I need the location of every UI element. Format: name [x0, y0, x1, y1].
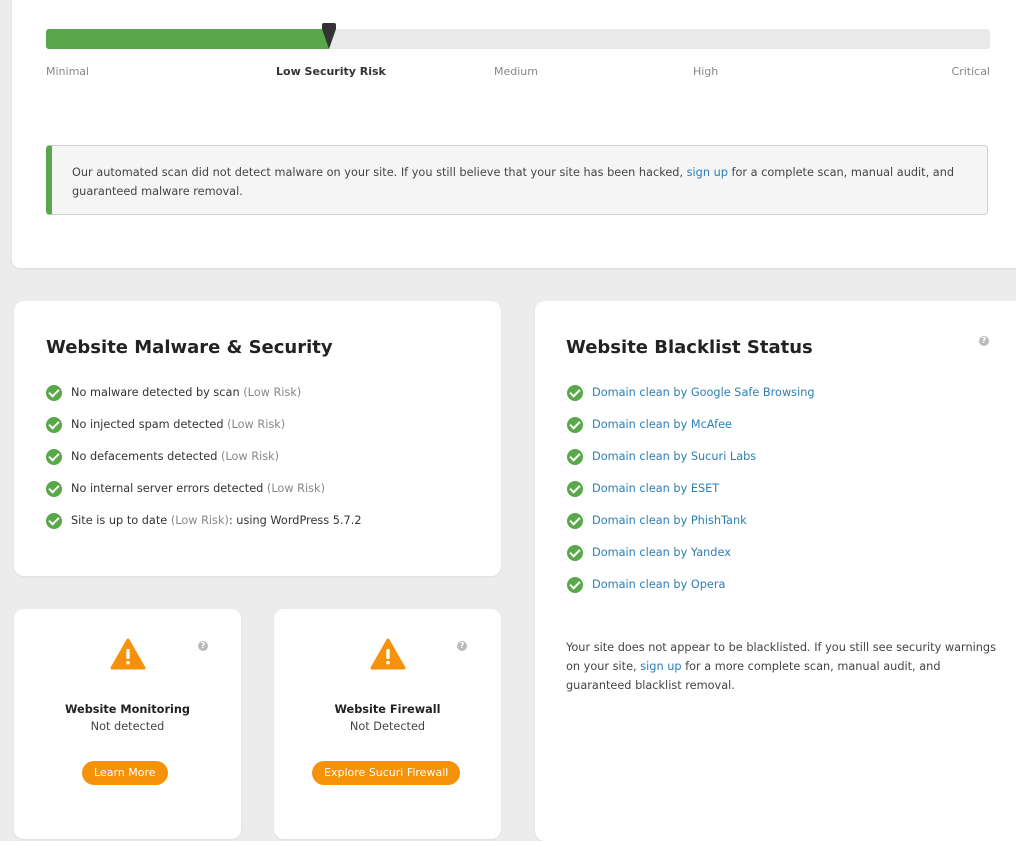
- malware-card-title: Website Malware & Security: [46, 337, 333, 358]
- check-item: No malware detected by scan (Low Risk): [46, 385, 362, 417]
- blacklist-item[interactable]: Domain clean by Sucuri Labs: [567, 449, 815, 481]
- check-circle-icon: [567, 481, 583, 497]
- check-item: No internal server errors detected (Low …: [46, 481, 362, 513]
- risk-label-critical: Critical: [951, 65, 990, 78]
- question-circle-icon[interactable]: ?: [198, 641, 208, 651]
- check-circle-icon: [46, 513, 62, 529]
- blacklist-link[interactable]: Domain clean by ESET: [592, 481, 719, 497]
- blacklist-link[interactable]: Domain clean by McAfee: [592, 417, 732, 433]
- blacklist-item[interactable]: Domain clean by McAfee: [567, 417, 815, 449]
- risk-label-minimal: Minimal: [46, 65, 90, 78]
- malware-check-list: No malware detected by scan (Low Risk) N…: [46, 385, 362, 545]
- blacklist-link[interactable]: Domain clean by PhishTank: [592, 513, 747, 529]
- explore-firewall-button[interactable]: Explore Sucuri Firewall: [312, 761, 461, 785]
- check-circle-icon: [567, 545, 583, 561]
- notice-signup-link[interactable]: sign up: [687, 166, 728, 179]
- risk-label-medium: Medium: [494, 65, 538, 78]
- blacklist-link[interactable]: Domain clean by Google Safe Browsing: [592, 385, 815, 401]
- check-circle-icon: [46, 449, 62, 465]
- blacklist-link[interactable]: Domain clean by Opera: [592, 577, 725, 593]
- blacklist-item[interactable]: Domain clean by Google Safe Browsing: [567, 385, 815, 417]
- blacklist-check-list: Domain clean by Google Safe Browsing Dom…: [567, 385, 815, 609]
- question-circle-icon[interactable]: ?: [979, 336, 989, 346]
- scan-result-notice: Our automated scan did not detect malwar…: [46, 145, 988, 215]
- risk-meter-fill: [46, 29, 330, 49]
- risk-label-high: High: [693, 65, 719, 78]
- check-circle-icon: [46, 481, 62, 497]
- blacklist-link[interactable]: Domain clean by Yandex: [592, 545, 731, 561]
- malware-security-card: Website Malware & Security No malware de…: [14, 301, 501, 576]
- check-circle-icon: [46, 385, 62, 401]
- notice-text: Our automated scan did not detect malwar…: [72, 166, 687, 179]
- monitoring-status: Not detected: [90, 720, 165, 733]
- check-circle-icon: [567, 385, 583, 401]
- firewall-status: Not Detected: [349, 720, 426, 733]
- blacklist-card-title: Website Blacklist Status: [566, 337, 813, 358]
- firewall-card: ? Website Firewall Not Detected Explore …: [274, 609, 501, 839]
- blacklist-item[interactable]: Domain clean by ESET: [567, 481, 815, 513]
- risk-label-low: Low Security Risk: [276, 65, 386, 78]
- left-edge: [0, 0, 10, 814]
- blacklist-note: Your site does not appear to be blacklis…: [566, 641, 996, 692]
- warning-icon: [370, 638, 405, 670]
- check-circle-icon: [567, 513, 583, 529]
- risk-meter: [46, 23, 990, 49]
- check-circle-icon: [567, 577, 583, 593]
- check-item: Site is up to date (Low Risk): using Wor…: [46, 513, 362, 545]
- check-item: No injected spam detected (Low Risk): [46, 417, 362, 449]
- check-circle-icon: [567, 417, 583, 433]
- monitoring-card: ? Website Monitoring Not detected Learn …: [14, 609, 241, 839]
- firewall-title: Website Firewall: [334, 703, 441, 716]
- learn-more-button[interactable]: Learn More: [82, 761, 168, 785]
- check-circle-icon: [567, 449, 583, 465]
- check-item: No defacements detected (Low Risk): [46, 449, 362, 481]
- warning-icon: [110, 638, 145, 670]
- blacklist-item[interactable]: Domain clean by Yandex: [567, 545, 815, 577]
- monitoring-title: Website Monitoring: [64, 703, 191, 716]
- blacklist-signup-link[interactable]: sign up: [640, 660, 681, 673]
- question-circle-icon[interactable]: ?: [457, 641, 467, 651]
- blacklist-status-card: Website Blacklist Status ? Domain clean …: [535, 301, 1016, 841]
- check-circle-icon: [46, 417, 62, 433]
- blacklist-item[interactable]: Domain clean by PhishTank: [567, 513, 815, 545]
- blacklist-item[interactable]: Domain clean by Opera: [567, 577, 815, 609]
- risk-level-labels: Minimal Low Security Risk Medium High Cr…: [46, 65, 990, 81]
- blacklist-link[interactable]: Domain clean by Sucuri Labs: [592, 449, 756, 465]
